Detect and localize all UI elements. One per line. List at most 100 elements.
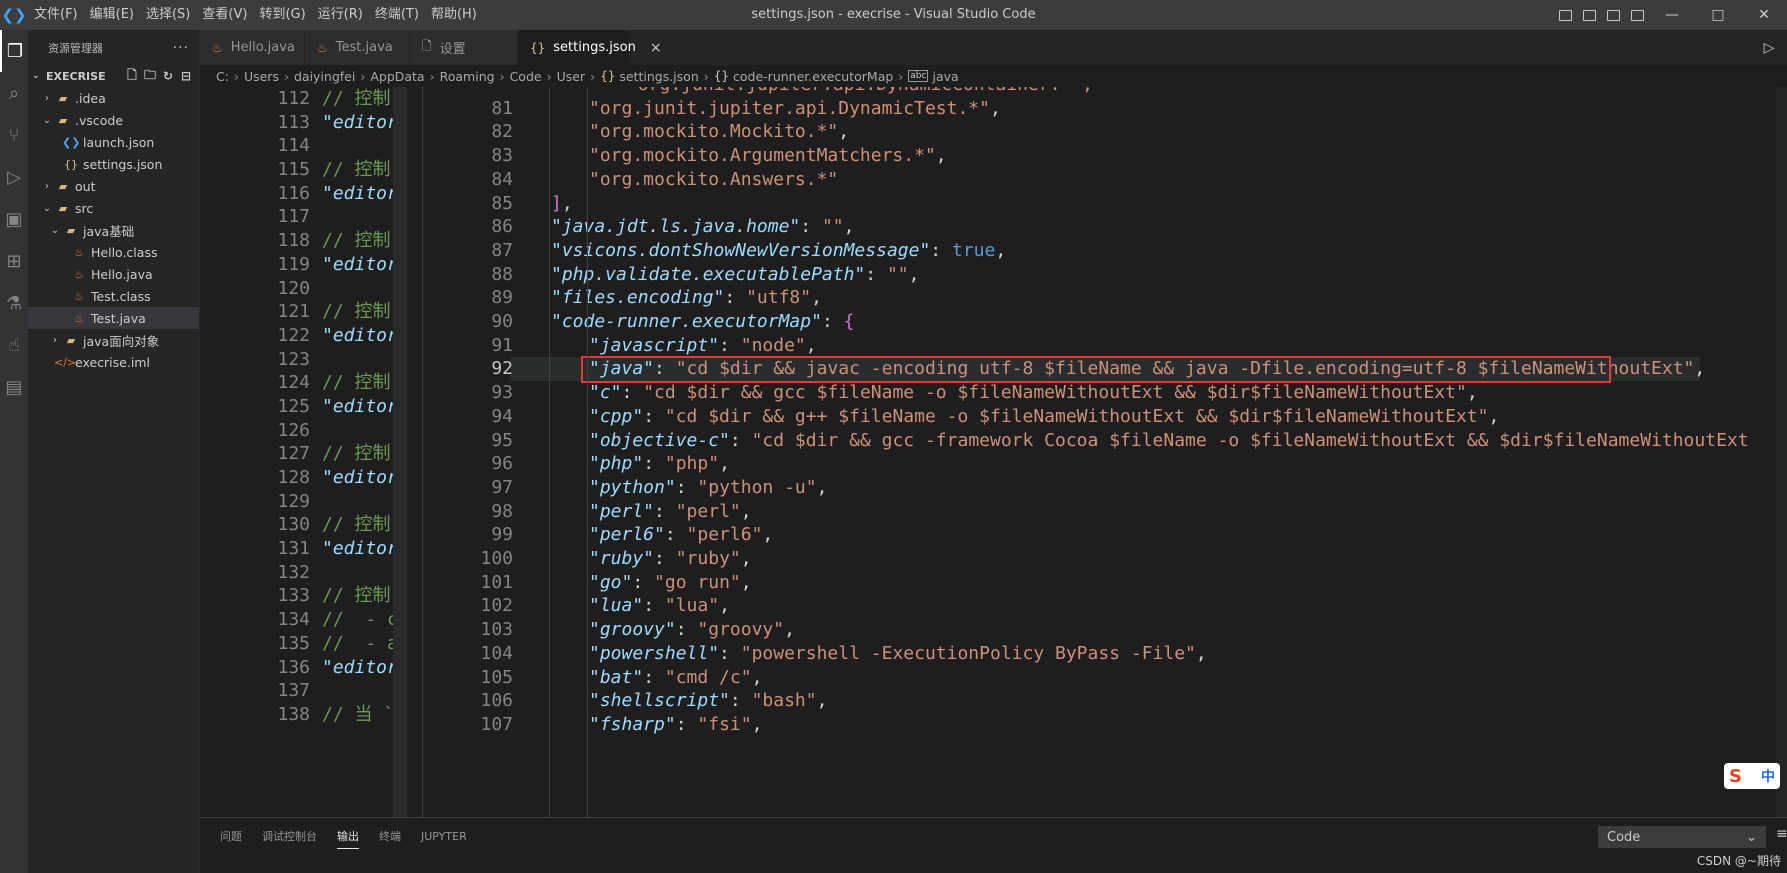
refresh-icon[interactable]: ↻ <box>161 69 175 83</box>
right-editor-scrollbar[interactable] <box>1776 87 1787 817</box>
touch-icon[interactable]: ☝ <box>0 324 28 366</box>
breadcrumb-item[interactable]: Users <box>244 69 279 84</box>
run-code-button[interactable]: ▷ <box>1751 30 1787 65</box>
code-line: "editor <box>322 324 422 348</box>
folder-file-icon: ▰ <box>66 333 76 347</box>
tree-item[interactable]: ❮❯ launch.json <box>28 131 199 153</box>
tab-label: Hello.java <box>230 40 295 55</box>
ime-indicator[interactable]: S 中 <box>1724 763 1780 789</box>
tree-item-label: src <box>75 200 94 216</box>
code-token: "editor <box>322 467 398 488</box>
tree-item-label: .idea <box>75 90 106 106</box>
tree-item[interactable]: › ▰ .idea <box>28 87 199 109</box>
panel-tab[interactable]: 问题 <box>220 824 242 848</box>
toggle-panel-icon[interactable] <box>1577 0 1601 30</box>
breadcrumb-item[interactable]: daiyingfei <box>294 69 355 84</box>
breadcrumb-item[interactable]: code-runner.executorMap <box>733 69 893 84</box>
more-actions-icon[interactable]: ··· <box>173 40 189 56</box>
code-token: "org.mockito.Mockito.*" <box>589 121 839 143</box>
menu-item[interactable]: 文件(F) <box>28 0 84 30</box>
tree-item[interactable]: ⌄ ▰ .vscode <box>28 109 199 131</box>
menu-item[interactable]: 运行(R) <box>312 0 369 30</box>
tab-hello-java[interactable]: ♨ Hello.java <box>200 30 305 65</box>
tab-test-java[interactable]: ♨ Test.java <box>305 30 410 65</box>
code-token: // - a <box>322 632 398 654</box>
new-file-icon[interactable]: 🗋 <box>125 68 139 83</box>
docker-icon[interactable]: ▤ <box>0 366 28 408</box>
tab--[interactable]: 🗋 设置 <box>410 30 518 65</box>
code-token: : <box>724 287 747 309</box>
breadcrumb-item[interactable]: java <box>932 69 958 84</box>
code-line: // 当 ` <box>322 703 422 727</box>
code-token: : <box>664 524 687 546</box>
collapse-all-icon[interactable]: ⊟ <box>179 69 193 83</box>
code-token: : <box>675 476 698 498</box>
line-number: 86 <box>491 216 513 238</box>
run-debug-icon[interactable]: ▷ <box>0 156 28 198</box>
right-editor-pane[interactable]: 81 82 83 84 85 86 87 88 89 90 91 92 93 94 95 96 97 98 99 10… <box>423 87 1787 817</box>
breadcrumb-item[interactable]: Roaming <box>440 69 495 84</box>
new-folder-icon[interactable]: 🗀 <box>143 68 157 83</box>
breadcrumb: C: › Users › daiyingfei › AppData › Roaming › Code… <box>200 65 1787 87</box>
tree-item[interactable]: ⌄ ▰ java基础 <box>28 219 199 241</box>
tree-item[interactable]: ♨ Test.class <box>28 285 199 307</box>
code-token: "ruby" <box>589 548 655 569</box>
line-number: 106 <box>480 690 513 712</box>
code-line: "java.jdt.ls.java.home": "", <box>551 215 854 239</box>
maximize-button[interactable]: □ <box>1695 0 1741 30</box>
code-token: : <box>930 239 952 261</box>
tree-item[interactable]: › ▰ out <box>28 175 199 197</box>
toggle-primary-sidebar-icon[interactable] <box>1553 0 1577 30</box>
panel-tab[interactable]: 终端 <box>379 824 401 848</box>
toggle-secondary-sidebar-icon[interactable] <box>1601 0 1625 30</box>
workspace-section-header[interactable]: ⌄ EXECRISE 🗋 🗀 ↻ ⊟ <box>28 65 199 87</box>
left-editor-pane[interactable]: 112 113 114 115 116 117 118 119 120 121 122 123 124 1… <box>200 87 422 817</box>
menu-item[interactable]: 查看(V) <box>196 0 253 30</box>
menu-item[interactable]: 帮助(H) <box>425 0 483 30</box>
breadcrumb-item[interactable]: Code <box>510 69 542 84</box>
remote-explorer-icon[interactable]: ▣ <box>0 198 28 240</box>
folder-file-icon: ▰ <box>58 113 68 127</box>
breadcrumb-item[interactable]: C: <box>216 69 229 84</box>
panel-tab[interactable]: 调试控制台 <box>262 824 317 848</box>
breadcrumb-item[interactable]: settings.json <box>619 69 698 84</box>
source-control-icon[interactable]: ⑂ <box>0 114 28 156</box>
tree-item[interactable]: ⌄ ▰ src <box>28 197 199 219</box>
watermark-text: CSDN @~期待 <box>1696 854 1781 868</box>
panel-tab[interactable]: 输出 <box>337 824 359 849</box>
tab-settings-json[interactable]: {} settings.json × <box>518 30 662 65</box>
menu-item[interactable]: 转到(G) <box>253 0 311 30</box>
code-line: "editor <box>322 182 422 206</box>
panel-menu-icon[interactable]: ≡ <box>1776 826 1787 842</box>
line-number: 131 <box>277 538 310 560</box>
testing-icon[interactable]: ⚗ <box>0 282 28 324</box>
customize-layout-icon[interactable] <box>1625 0 1649 30</box>
tree-item[interactable]: </> execrise.iml <box>28 351 199 373</box>
close-window-button[interactable]: ✕ <box>1741 0 1787 30</box>
search-icon[interactable]: ⌕ <box>0 72 28 114</box>
tree-item[interactable]: › ▰ java面向对象 <box>28 329 199 351</box>
code-token: "lua" <box>664 595 720 617</box>
breadcrumb-item[interactable]: AppData <box>370 69 424 84</box>
tree-item[interactable]: ♨ Test.java <box>28 307 199 329</box>
menu-item[interactable]: 选择(S) <box>140 0 196 30</box>
extensions-icon[interactable]: ⊞ <box>0 240 28 282</box>
code-token: "fsharp" <box>589 713 676 735</box>
output-channel-select[interactable]: Code ⌄ <box>1598 826 1766 848</box>
tree-item[interactable]: ♨ Hello.class <box>28 241 199 263</box>
code-line: "c": "cd $dir && gcc $fileName -o $fileN… <box>589 381 1478 405</box>
files-icon[interactable]: ❐ <box>0 30 28 72</box>
left-editor-scrollbar[interactable] <box>393 87 407 817</box>
code-line: "editor <box>322 253 422 277</box>
panel-tab[interactable]: JUPYTER <box>421 826 467 847</box>
menu-item[interactable]: 编辑(E) <box>84 0 140 30</box>
code-token: : <box>643 405 665 427</box>
tree-item[interactable]: ♨ Hello.java <box>28 263 199 285</box>
tree-item[interactable]: {} settings.json <box>28 153 199 175</box>
breadcrumb-item[interactable]: User <box>557 69 586 84</box>
java-file-icon: ♨ <box>74 245 84 259</box>
line-number: 93 <box>491 382 513 404</box>
minimize-button[interactable]: — <box>1649 0 1695 30</box>
menu-item[interactable]: 终端(T) <box>369 0 425 30</box>
close-tab-icon[interactable]: × <box>650 40 662 56</box>
